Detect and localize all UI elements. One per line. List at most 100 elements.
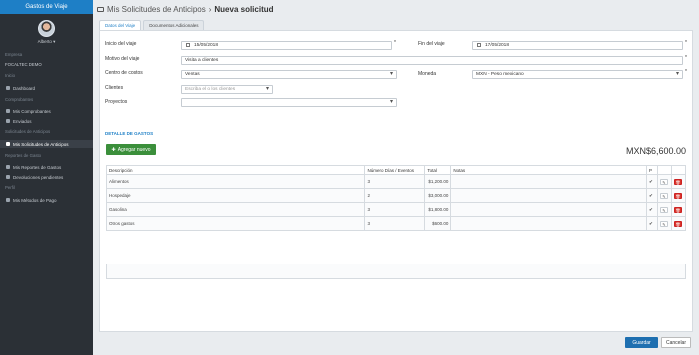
proyectos-label: Proyectos	[105, 99, 128, 105]
moneda-label: Moneda	[418, 71, 437, 77]
inicio-date-input[interactable]: 15/05/2018	[181, 41, 392, 50]
tab-documentos-label: Documentos Adicionales	[149, 23, 199, 28]
sidebar-section-comprobantes: Comprobantes	[5, 97, 34, 102]
breadcrumb-parent[interactable]: Mis Solicitudes de Anticipos	[107, 5, 206, 14]
expenses-table: Descripción Número Días / Eventos Total …	[105, 165, 687, 231]
fin-value: 17/05/2018	[485, 43, 510, 48]
dashboard-icon	[6, 86, 10, 90]
sidebar-item-enviados[interactable]: Enviados	[5, 117, 90, 125]
money-icon	[97, 7, 104, 12]
required-mark: *	[394, 40, 396, 46]
sidebar-item-label: Enviados	[13, 118, 32, 124]
col-descripcion: Descripción	[105, 165, 366, 175]
company-name: FOCALTEC DEMO	[5, 62, 42, 67]
user-menu[interactable]: Alberto ▾	[0, 39, 93, 45]
edit-icon[interactable]: ✎	[659, 206, 668, 213]
sidebar-item-label: Mis Comprobantes	[13, 108, 51, 114]
add-expense-button[interactable]: ✚ Agregar nuevo	[106, 144, 156, 155]
col-total: Total	[424, 165, 452, 175]
moneda-select[interactable]: MXN - Peso mexicano	[472, 70, 683, 79]
edit-icon[interactable]: ✎	[659, 178, 668, 185]
table-row: Alimentos 3 $1,200.00 ✔ ✎ 🗑	[105, 174, 687, 189]
total-amount: MXN$6,600.00	[625, 146, 686, 156]
avatar[interactable]	[38, 20, 55, 37]
required-mark: *	[685, 40, 687, 46]
table-header-row: Descripción Número Días / Eventos Total …	[105, 165, 687, 175]
page-title: Mis Solicitudes de Anticipos › Nueva sol…	[97, 5, 274, 14]
check-icon: ✔	[645, 174, 658, 189]
check-icon: ✔	[645, 188, 658, 203]
tab-documentos-adicionales[interactable]: Documentos Adicionales	[143, 20, 205, 30]
sidebar-section-solicitudes: Solicitudes de Anticipos	[5, 129, 51, 134]
col-edit	[656, 165, 672, 175]
sidebar-section-perfil: Perfil	[5, 185, 15, 190]
cell-total: $1,800.00	[424, 202, 452, 217]
calendar-icon	[477, 43, 481, 47]
tab-datos-viaje[interactable]: Datos del Viaje	[99, 20, 142, 30]
cell-total: $600.00	[424, 216, 452, 231]
plus-icon: ✚	[111, 146, 116, 153]
sidebar-item-devoluciones[interactable]: Devoluciones pendientes	[5, 173, 90, 181]
cell-dias: 3	[364, 216, 426, 231]
main-content: Mis Solicitudes de Anticipos › Nueva sol…	[93, 0, 699, 355]
trash-icon[interactable]: 🗑	[673, 220, 682, 227]
required-mark: *	[685, 55, 687, 61]
proyectos-select[interactable]	[181, 98, 397, 107]
motivo-input[interactable]: Visita a clientes	[181, 56, 683, 65]
sidebar-section-reportes: Reportes de Gasto	[5, 153, 42, 158]
credit-card-icon	[6, 198, 10, 202]
cell-total: $1,200.00	[424, 174, 452, 189]
save-button[interactable]: Guardar	[625, 337, 658, 348]
clientes-label: Clientes	[105, 85, 124, 91]
fin-label: Fin del viaje	[418, 41, 445, 47]
sidebar-item-metodos-pago[interactable]: Mis Métodos de Pago	[5, 196, 90, 204]
cell-desc: Otros gastos	[105, 216, 366, 231]
sidebar-item-label: Mis Solicitudes de Anticipos	[13, 141, 69, 147]
edit-icon[interactable]: ✎	[659, 220, 668, 227]
table-footer	[106, 264, 686, 279]
tabs: Datos del Viaje Documentos Adicionales	[99, 20, 205, 30]
sidebar-item-mis-reportes[interactable]: Mis Reportes de Gastos	[5, 163, 90, 171]
add-expense-label: Agregar nuevo	[117, 146, 151, 153]
col-p: P	[645, 165, 658, 175]
send-icon	[6, 119, 10, 123]
sidebar-item-label: Mis Reportes de Gastos	[13, 164, 62, 170]
motivo-label: Motivo del viaje	[105, 56, 140, 62]
sidebar-header: Gastos de Viaje	[0, 0, 93, 14]
cell-notas	[450, 188, 647, 203]
cell-desc: Hospedaje	[105, 188, 366, 203]
fin-date-input[interactable]: 17/05/2018	[472, 41, 683, 50]
trash-icon[interactable]: 🗑	[673, 192, 682, 199]
trash-icon[interactable]: 🗑	[673, 206, 682, 213]
sidebar-item-label: Devoluciones pendientes	[13, 174, 64, 180]
check-icon: ✔	[645, 202, 658, 217]
clientes-input[interactable]: Escriba el o los clientes	[181, 85, 273, 94]
cell-notas	[450, 174, 647, 189]
required-mark: *	[685, 69, 687, 75]
list-icon	[6, 142, 10, 146]
sidebar-item-mis-solicitudes[interactable]: Mis Solicitudes de Anticipos	[0, 140, 93, 148]
inicio-label: Inicio del viaje	[105, 41, 137, 47]
detalle-gastos-title: DETALLE DE GASTOS	[105, 131, 154, 136]
trash-icon[interactable]: 🗑	[673, 178, 682, 185]
col-notas: Notas	[450, 165, 647, 175]
centro-select[interactable]: Ventas	[181, 70, 397, 79]
sidebar-item-label: Mis Métodos de Pago	[13, 197, 57, 203]
col-dias: Número Días / Eventos	[364, 165, 426, 175]
tab-datos-viaje-label: Datos del Viaje	[105, 23, 136, 28]
return-icon	[6, 175, 10, 179]
sidebar: Gastos de Viaje Alberto ▾ Empresa FOCALT…	[0, 0, 93, 355]
sidebar-item-mis-comprobantes[interactable]: Mis Comprobantes	[5, 107, 90, 115]
cell-desc: Alimentos	[105, 174, 366, 189]
inicio-value: 15/05/2018	[194, 43, 219, 48]
cell-desc: Gasolina	[105, 202, 366, 217]
cell-dias: 3	[364, 202, 426, 217]
sidebar-item-dashboard[interactable]: Dashboard	[5, 84, 90, 92]
edit-icon[interactable]: ✎	[659, 192, 668, 199]
table-row: Hospedaje 2 $3,000.00 ✔ ✎ 🗑	[105, 188, 687, 203]
cancel-button[interactable]: Cancelar	[661, 337, 691, 348]
form-panel: Inicio del viaje 15/05/2018 * Fin del vi…	[99, 30, 693, 332]
sidebar-section-empresa: Empresa	[5, 52, 23, 57]
cell-notas	[450, 216, 647, 231]
cell-notas	[450, 202, 647, 217]
